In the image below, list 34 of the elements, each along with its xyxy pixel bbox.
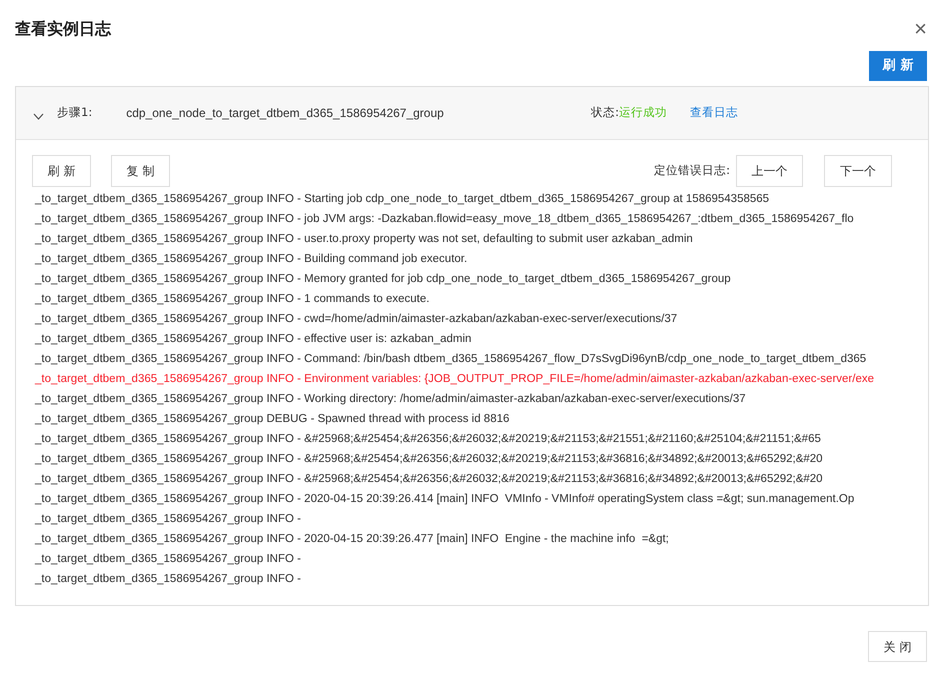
log-line: _to_target_dtbem_d365_1586954267_group INFO - &#25968;&#25454;&#26356;&#26032;&#20219;&#21153;&#21551;&#21160;&#25104;&#21151;&#65 [35, 432, 822, 447]
log-line: _to_target_dtbem_d365_1586954267_group INFO - [35, 552, 302, 567]
dialog-title: 查看实例日志 [15, 18, 111, 40]
log-line: _to_target_dtbem_d365_1586954267_group INFO - Command: /bin/bash dtbem_d365_1586954267_flow_D7sSvgDi96ynB/cdp_one_node_to_target_dtbem_d365 [35, 352, 868, 367]
log-line: _to_target_dtbem_d365_1586954267_group INFO - job JVM args: -Dazkaban.flowid=easy_move_18_dtbem_d365_1586954267_:dtbem_d365_1586954267_flo [35, 212, 855, 227]
status-label: 状态: [591, 104, 619, 122]
log-line: _to_target_dtbem_d365_1586954267_group INFO - &#25968;&#25454;&#26356;&#26032;&#20219;&#21153;&#36816;&#34892;&#20013;&#65292;&#20 [35, 452, 824, 467]
log-line: _to_target_dtbem_d365_1586954267_group INFO - 2020-04-15 20:39:26.414 [main] INFO VMInfo - VMInfo# operatingSystem class =&gt; sun.management.Op [35, 492, 856, 507]
next-button[interactable]: 下一个 [824, 155, 892, 187]
log-line: _to_target_dtbem_d365_1586954267_group INFO - Environment variables: {JOB_OUTPUT_PROP_FILE=/home/admin/aimaster-azkaban/azkaban-exec-server/exe [35, 372, 875, 387]
log-toolbar-button[interactable]: 刷 新 [32, 155, 91, 187]
log-line: _to_target_dtbem_d365_1586954267_group DEBUG - Spawned thread with process id 8816 [35, 412, 510, 427]
chevron-icon[interactable] [33, 112, 44, 120]
log-line: _to_target_dtbem_d365_1586954267_group INFO - Working directory: /home/admin/aimaster-azkaban/azkaban-exec-server/executions/37 [35, 392, 747, 407]
status-text: 运行成功 [619, 104, 667, 122]
step-name: cdp_one_node_to_target_dtbem_d365_1586954267_group [126, 105, 444, 122]
log-line: _to_target_dtbem_d365_1586954267_group INFO - user.to.proxy property was not set, defaulting to submit user azkaban_admin [35, 232, 694, 247]
log-line: _to_target_dtbem_d365_1586954267_group INFO - Memory granted for job cdp_one_node_to_target_dtbem_d365_1586954267_group [35, 272, 732, 287]
close-button[interactable]: 关 闭 [868, 631, 927, 662]
log-line: _to_target_dtbem_d365_1586954267_group INFO - [35, 572, 302, 587]
log-line: _to_target_dtbem_d365_1586954267_group INFO - cwd=/home/admin/aimaster-azkaban/azkaban-exec-server/executions/37 [35, 312, 678, 327]
view-log-link[interactable]: 查看日志 [690, 104, 738, 122]
log-line: _to_target_dtbem_d365_1586954267_group INFO - Starting job cdp_one_node_to_target_dtbem_d365_1586954267_group at 1586954358565 [35, 192, 770, 207]
previous-button[interactable]: 上一个 [736, 155, 803, 187]
step-label: 步骤1: [57, 104, 92, 122]
log-line: _to_target_dtbem_d365_1586954267_group INFO - &#25968;&#25454;&#26356;&#26032;&#20219;&#21153;&#36816;&#34892;&#20013;&#65292;&#20 [35, 472, 824, 487]
log-line: _to_target_dtbem_d365_1586954267_group INFO - 1 commands to execute. [35, 292, 430, 307]
log-line: _to_target_dtbem_d365_1586954267_group INFO - effective user is: azkaban_admin [35, 332, 472, 347]
log-line: _to_target_dtbem_d365_1586954267_group INFO - [35, 512, 302, 527]
log-toolbar-button[interactable]: 复 制 [111, 155, 170, 187]
log-line: _to_target_dtbem_d365_1586954267_group INFO - 2020-04-15 20:39:26.477 [main] INFO Engine - the machine info =&gt; [35, 532, 670, 547]
log-line: _to_target_dtbem_d365_1586954267_group INFO - Building command job executor. [35, 252, 468, 267]
locate-error-label: 定位错误日志: [654, 162, 730, 180]
refresh-button[interactable]: 刷 新 [869, 51, 927, 81]
